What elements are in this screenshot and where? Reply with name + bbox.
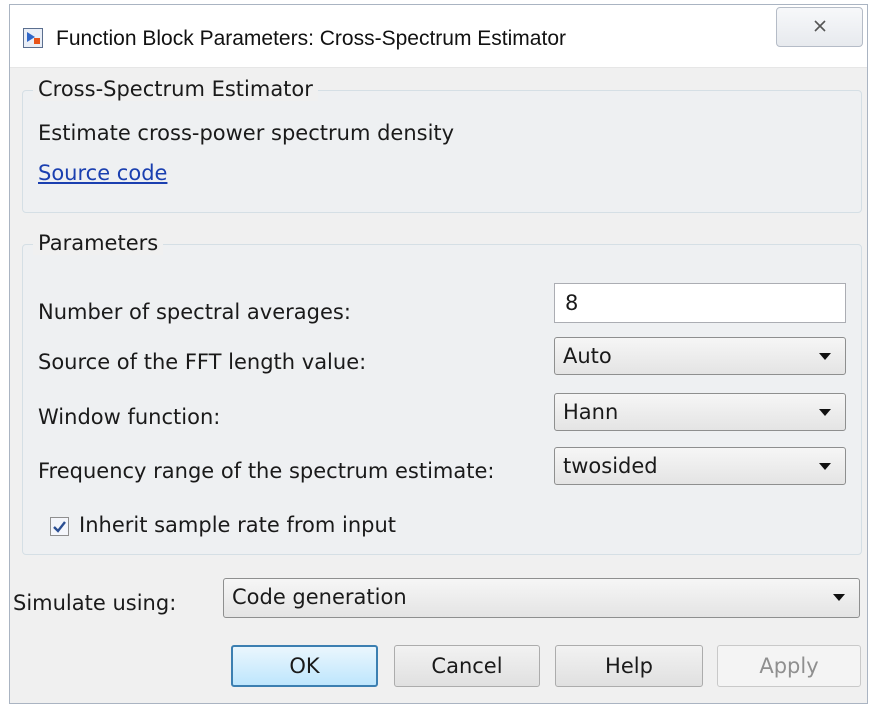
frequency-range-label: Frequency range of the spectrum estimate… [38,459,495,483]
chevron-down-icon [819,409,831,416]
fft-source-label: Source of the FFT length value: [38,350,367,374]
close-button[interactable] [776,7,863,47]
simulate-using-value: Code generation [232,585,407,609]
window-function-label: Window function: [38,405,221,429]
parameters-group: Parameters Number of spectral averages: … [22,231,862,555]
dialog-window: Function Block Parameters: Cross-Spectru… [9,4,868,704]
cancel-button[interactable]: Cancel [394,645,540,687]
chevron-down-icon [819,353,831,360]
apply-button: Apply [717,645,861,687]
simulink-block-icon [23,28,43,48]
simulate-using-label: Simulate using: [13,591,177,615]
source-code-link[interactable]: Source code [38,161,167,185]
help-button[interactable]: Help [555,645,703,687]
title-bar[interactable]: Function Block Parameters: Cross-Spectru… [10,5,867,68]
frequency-range-value: twosided [563,454,658,478]
description-group: Cross-Spectrum Estimator Estimate cross-… [22,77,862,213]
description-group-legend: Cross-Spectrum Estimator [33,77,318,101]
num-averages-input[interactable]: 8 [554,283,846,323]
chevron-down-icon [819,463,831,470]
window-function-dropdown[interactable]: Hann [554,393,846,431]
inherit-sample-rate-label: Inherit sample rate from input [79,513,397,537]
window-title: Function Block Parameters: Cross-Spectru… [56,27,566,50]
ok-button[interactable]: OK [231,645,378,687]
description-text: Estimate cross-power spectrum density [38,121,455,145]
chevron-down-icon [833,594,845,601]
window-function-value: Hann [563,400,619,424]
parameters-group-legend: Parameters [33,231,164,255]
fft-source-value: Auto [563,344,612,368]
simulate-using-dropdown[interactable]: Code generation [223,578,860,618]
frequency-range-dropdown[interactable]: twosided [554,447,846,485]
inherit-sample-rate-checkbox[interactable] [50,517,69,536]
checkmark-icon [53,521,66,533]
fft-source-dropdown[interactable]: Auto [554,337,846,375]
close-icon [814,20,826,32]
num-averages-label: Number of spectral averages: [38,300,351,324]
